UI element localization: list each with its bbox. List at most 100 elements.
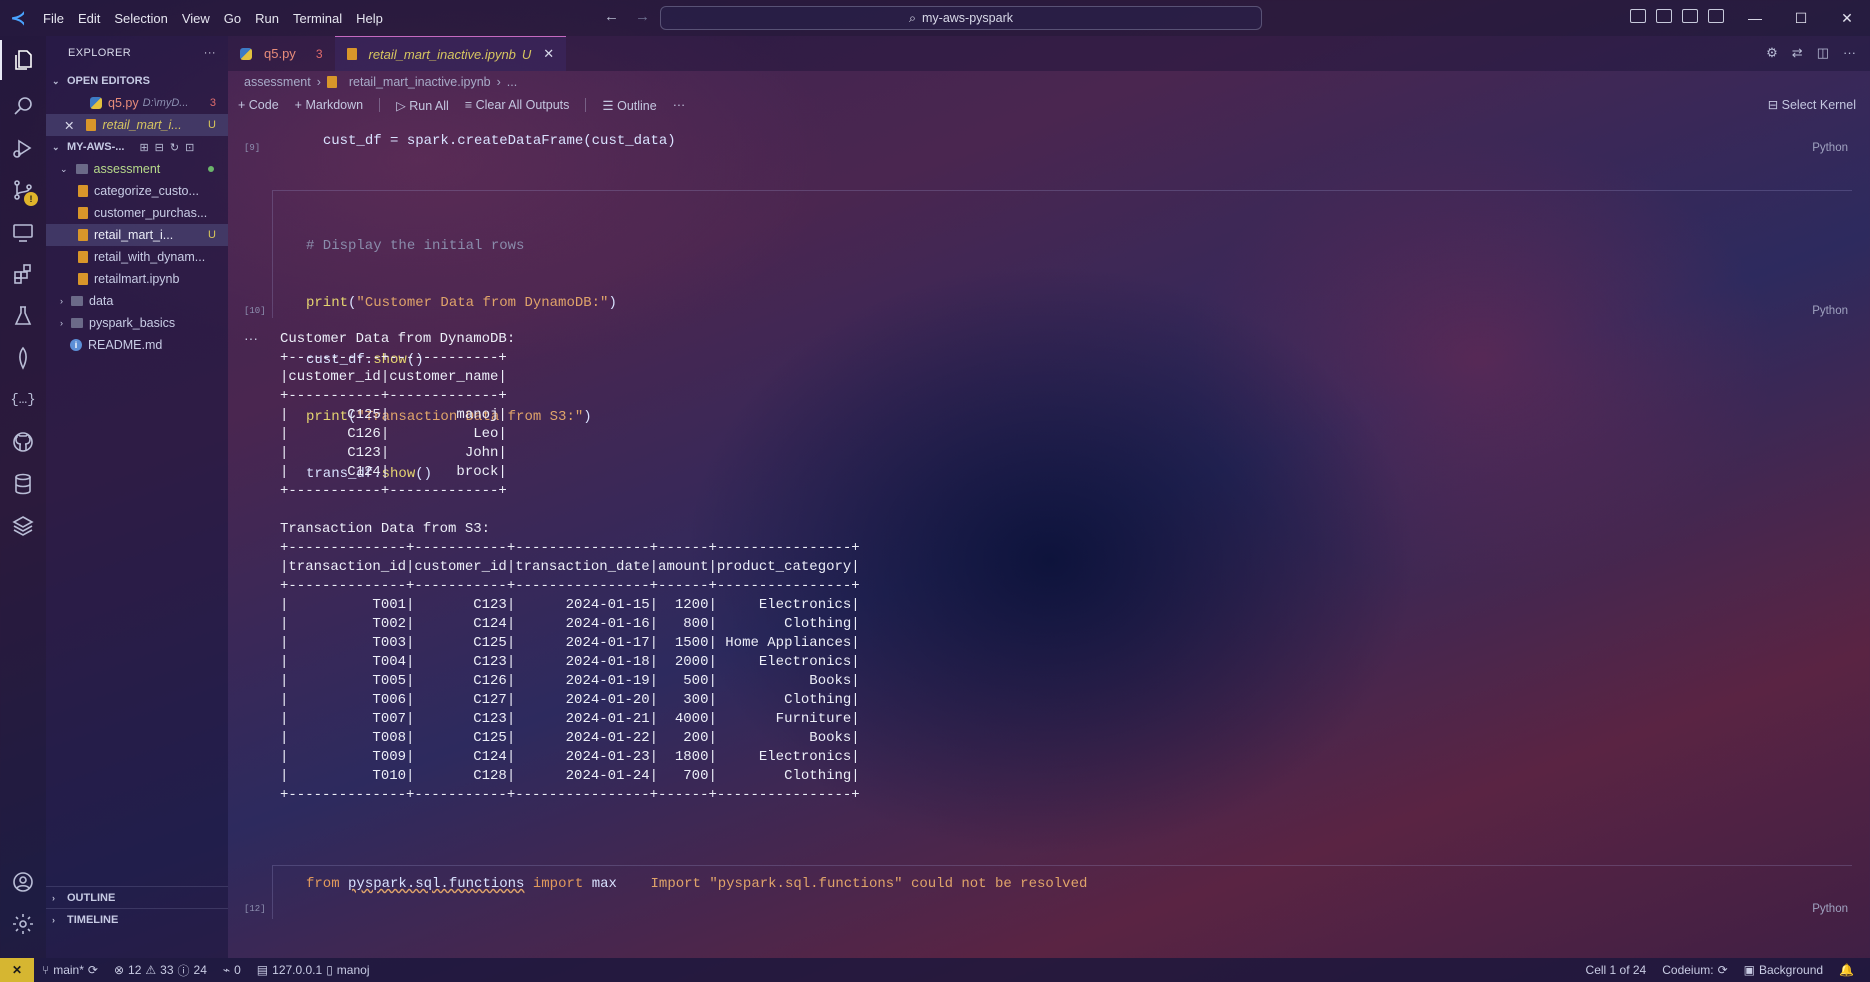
menu-file[interactable]: File <box>36 11 71 26</box>
aws-stack-icon[interactable] <box>0 506 46 546</box>
run-debug-icon[interactable] <box>0 128 46 168</box>
open-editors-section[interactable]: ⌄ OPEN EDITORS <box>46 70 228 92</box>
file-retailmart[interactable]: retailmart.ipynb <box>46 268 228 290</box>
customize-layout-icon[interactable] <box>1708 9 1724 23</box>
menu-terminal[interactable]: Terminal <box>286 11 349 26</box>
file-categorize[interactable]: categorize_custo... <box>46 180 228 202</box>
notifications-bell-icon[interactable]: 🔔 <box>1831 963 1862 977</box>
cell-language[interactable]: Python <box>1812 142 1848 154</box>
plus-icon: + <box>238 98 249 112</box>
accounts-icon[interactable] <box>0 862 46 902</box>
git-branch[interactable]: ⑂ main* ⟳ <box>34 963 106 977</box>
output-spacer <box>280 501 860 520</box>
close-tab-icon[interactable]: ✕ <box>543 46 554 62</box>
source-control-badge: ! <box>24 192 38 206</box>
file-readme[interactable]: i README.md <box>46 334 228 356</box>
testing-icon[interactable] <box>0 296 46 336</box>
codeium-status[interactable]: Codeium: ⟳ <box>1654 963 1735 977</box>
clear-outputs-button[interactable]: ≡ Clear All Outputs <box>465 98 570 112</box>
gear-icon[interactable]: ⚙ <box>1766 45 1778 61</box>
breadcrumb-more[interactable]: ... <box>507 75 517 89</box>
open-editor-q5[interactable]: q5.py D:\myD... 3 <box>46 92 228 114</box>
folder-assessment[interactable]: ⌄ assessment <box>46 158 228 180</box>
ports-count: 0 <box>234 963 241 977</box>
cell-position[interactable]: Cell 1 of 24 <box>1578 963 1655 977</box>
database-icon[interactable] <box>0 464 46 504</box>
code-comment: # Display the initial rows <box>306 238 525 254</box>
notebook-file-icon <box>346 48 357 60</box>
source-control-icon[interactable]: ! <box>0 170 46 210</box>
problems-indicator[interactable]: ⊗ 12 ⚠ 33 ⓘ 24 <box>106 962 215 979</box>
file-retail-with-dynamo[interactable]: retail_with_dynam... <box>46 246 228 268</box>
split-editor-icon[interactable]: ◫ <box>1817 45 1829 61</box>
menu-edit[interactable]: Edit <box>71 11 107 26</box>
output-more-icon[interactable]: ··· <box>244 330 258 346</box>
cell-language[interactable]: Python <box>1812 305 1848 317</box>
folder-data[interactable]: › data <box>46 290 228 312</box>
explorer-icon[interactable] <box>0 40 46 80</box>
open-editor-path: D:\myD... <box>142 97 189 109</box>
folder-pyspark-basics[interactable]: › pyspark_basics <box>46 312 228 334</box>
cell-language[interactable]: Python <box>1812 903 1848 915</box>
menu-view[interactable]: View <box>175 11 217 26</box>
outline-section[interactable]: › OUTLINE <box>46 886 228 908</box>
chevron-right-icon: › <box>60 318 63 328</box>
tab-retail-mart-inactive[interactable]: retail_mart_inactive.ipynb U ✕ <box>334 36 567 71</box>
connection-indicator[interactable]: ▤ 127.0.0.1 ▯ manoj <box>249 963 378 977</box>
code-cell-9[interactable]: cust_df = spark.createDataFrame(cust_dat… <box>306 113 1870 151</box>
outline-button[interactable]: ☰ Outline <box>602 98 656 113</box>
code-token: from <box>306 876 340 892</box>
command-center-search[interactable]: ⌕ my-aws-pyspark <box>660 6 1262 30</box>
breadcrumb-file[interactable]: retail_mart_inactive.ipynb <box>349 75 491 89</box>
toolbar-more-icon[interactable]: ··· <box>673 98 686 112</box>
search-activity-icon[interactable] <box>0 86 46 126</box>
toggle-primary-sidebar-icon[interactable] <box>1630 9 1646 23</box>
breadcrumb-folder[interactable]: assessment <box>244 75 311 89</box>
code-cell-12[interactable]: from pyspark.sql.functions import max Im… <box>306 876 1087 892</box>
toggle-secondary-sidebar-icon[interactable] <box>1682 9 1698 23</box>
open-editor-retail-mart[interactable]: ✕ retail_mart_i... U <box>46 114 228 136</box>
kernel-icon: ⊟ <box>1767 98 1782 112</box>
folder-name: pyspark_basics <box>89 316 176 330</box>
editor-actions: ⚙ ⇄ ◫ ··· <box>1766 45 1856 61</box>
menu-run[interactable]: Run <box>248 11 286 26</box>
file-retail-mart-inactive[interactable]: retail_mart_i... U <box>46 224 228 246</box>
run-all-button[interactable]: ▷ Run All <box>396 98 449 113</box>
maximize-icon[interactable]: ☐ <box>1778 0 1824 36</box>
mongodb-leaf-icon[interactable] <box>0 338 46 378</box>
background-status[interactable]: ▣ Background <box>1736 963 1831 977</box>
select-kernel-label: Select Kernel <box>1781 98 1856 112</box>
menu-help[interactable]: Help <box>349 11 390 26</box>
more-actions-icon[interactable]: ··· <box>1843 45 1856 61</box>
add-markdown-cell-button[interactable]: + Markdown <box>295 98 363 112</box>
title-bar: ≺ File Edit Selection View Go Run Termin… <box>0 0 1870 36</box>
minimize-icon[interactable]: — <box>1732 0 1778 36</box>
workspace-section[interactable]: ⌄ MY-AWS-... ⊞⊟↻⊡ <box>46 136 228 158</box>
back-arrow-icon[interactable]: ← <box>604 8 619 25</box>
compare-changes-icon[interactable]: ⇄ <box>1792 45 1803 61</box>
play-icon: ▷ <box>396 98 410 113</box>
github-icon[interactable] <box>0 422 46 462</box>
customer-table-border: +-----------+-------------+ <box>280 483 507 499</box>
json-braces-icon[interactable]: {…} <box>0 380 46 420</box>
close-icon[interactable]: ✕ <box>1824 0 1870 36</box>
add-code-cell-button[interactable]: + Code <box>238 98 279 112</box>
timeline-section[interactable]: › TIMELINE <box>46 908 228 930</box>
close-editor-icon[interactable]: ✕ <box>64 118 74 133</box>
extensions-icon[interactable] <box>0 254 46 294</box>
chevron-right-icon: › <box>52 914 55 925</box>
remote-explorer-icon[interactable] <box>0 212 46 252</box>
menu-go[interactable]: Go <box>217 11 248 26</box>
forward-arrow-icon[interactable]: → <box>635 8 650 25</box>
toggle-panel-icon[interactable] <box>1656 9 1672 23</box>
menu-selection[interactable]: Selection <box>107 11 174 26</box>
tab-git-status: U <box>521 46 532 62</box>
workspace-actions[interactable]: ⊞⊟↻⊡ <box>139 141 200 154</box>
select-kernel-button[interactable]: ⊟ Select Kernel <box>1768 97 1856 112</box>
tab-q5[interactable]: q5.py 3 <box>228 36 335 71</box>
settings-gear-icon[interactable] <box>0 904 46 944</box>
file-customer-purchase[interactable]: customer_purchas... <box>46 202 228 224</box>
remote-indicator-icon[interactable]: ✕ <box>0 958 34 982</box>
explorer-more-icon[interactable]: ··· <box>204 47 216 59</box>
ports-indicator[interactable]: ⌁ 0 <box>215 963 249 977</box>
